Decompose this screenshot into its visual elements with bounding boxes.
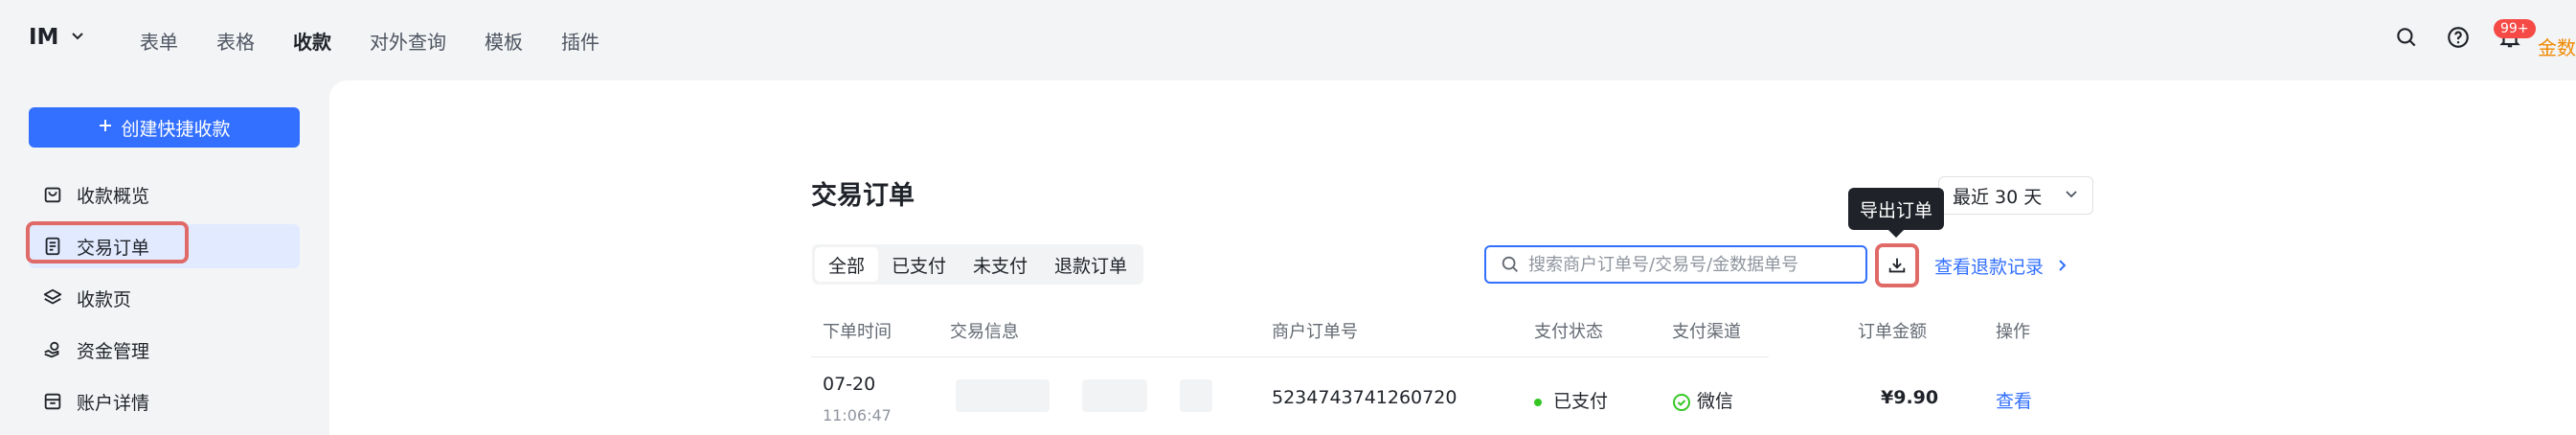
tab-all[interactable]: 全部: [815, 247, 879, 282]
help-icon[interactable]: [2446, 25, 2471, 50]
search-icon: [1502, 256, 1518, 272]
date-range-value: 最近 30 天: [1953, 186, 2043, 208]
main-content: 交易订单 最近 30 天 全部 已支付 未支付 退款订单 导出订单 查看退款记录…: [329, 80, 2576, 435]
sidebar-item-funds[interactable]: 资金管理: [29, 328, 300, 372]
sidebar-item-label: 资金管理: [77, 340, 150, 362]
download-icon: [1888, 258, 1906, 273]
wechat-icon: [1673, 393, 1690, 411]
column-header-trade-info: 交易信息: [950, 322, 1019, 342]
nav-item-payment[interactable]: 收款: [293, 27, 331, 55]
blurred-trade-info: [956, 379, 1050, 412]
sidebar-item-label: 收款页: [77, 288, 132, 310]
view-refund-records-link[interactable]: 查看退款记录: [1934, 253, 2068, 279]
order-time: 11:06:47: [823, 406, 892, 424]
avatar[interactable]: 金数: [2538, 33, 2576, 60]
sidebar-item-account[interactable]: 账户详情: [29, 379, 300, 424]
blurred-trade-info: [1082, 379, 1147, 412]
order-date: 07-20: [823, 374, 876, 395]
order-amount: ¥9.90: [1881, 387, 1939, 408]
highlight-box: [26, 221, 189, 263]
sidebar-item-overview[interactable]: 收款概览: [29, 172, 300, 217]
column-header-pay-status: 支付状态: [1534, 322, 1603, 342]
pay-status-text: 已支付: [1553, 391, 1609, 412]
workspace-name: IM: [29, 25, 59, 50]
nav-item-external-query[interactable]: 对外查询: [370, 27, 446, 55]
create-button-label: 创建快捷收款: [121, 118, 231, 140]
nav-item-plugin[interactable]: 插件: [561, 27, 599, 55]
layers-icon: [43, 288, 62, 305]
merchant-order-no: 5234743741260720: [1272, 387, 1457, 408]
search-input[interactable]: [1528, 254, 1854, 275]
nav-item-table[interactable]: 表格: [216, 27, 255, 55]
order-status-tabs: 全部 已支付 未支付 退款订单: [812, 244, 1144, 285]
column-header-order-time: 下单时间: [823, 322, 892, 342]
page-title: 交易订单: [811, 181, 915, 211]
plus-icon: [98, 117, 113, 138]
column-header-pay-channel: 支付渠道: [1672, 322, 1741, 342]
sidebar-item-label: 账户详情: [77, 392, 150, 414]
notification-badge: 99+: [2494, 19, 2536, 38]
view-order-link[interactable]: 查看: [1996, 387, 2032, 413]
refund-link-label: 查看退款记录: [1934, 257, 2045, 278]
bag-icon: [44, 187, 61, 203]
column-header-merchant-order-no: 商户订单号: [1272, 322, 1358, 342]
status-dot: [1534, 398, 1542, 406]
date-range-select[interactable]: 最近 30 天: [1938, 176, 2093, 215]
main-nav: 表单 表格 收款 对外查询 模板 插件: [140, 27, 599, 55]
nav-item-form[interactable]: 表单: [140, 27, 178, 55]
sidebar-item-label: 收款概览: [77, 185, 150, 207]
chevron-down-icon: [2064, 185, 2079, 206]
top-bar: IM 表单 表格 收款 对外查询 模板 插件 99+ 金数: [0, 0, 2576, 80]
chevron-down-icon: [70, 28, 85, 48]
tab-refund[interactable]: 退款订单: [1041, 247, 1141, 282]
nav-item-template[interactable]: 模板: [485, 27, 523, 55]
pay-channel: 微信: [1672, 387, 1733, 413]
search-icon[interactable]: [2394, 25, 2419, 50]
order-search: [1484, 245, 1867, 284]
column-header-amount: 订单金额: [1858, 322, 1927, 342]
column-header-action: 操作: [1996, 322, 2030, 342]
money-hand-icon: [44, 341, 59, 358]
blurred-trade-info: [1180, 379, 1212, 412]
tab-unpaid[interactable]: 未支付: [960, 247, 1041, 282]
tab-paid[interactable]: 已支付: [878, 247, 960, 282]
pay-channel-text: 微信: [1697, 391, 1734, 412]
sidebar-item-orders[interactable]: 交易订单: [26, 221, 300, 268]
export-tooltip: 导出订单: [1848, 188, 1945, 238]
sidebar: 创建快捷收款 收款概览 交易订单 收款页 资金管理 账户详情: [0, 80, 329, 435]
create-quick-payment-button[interactable]: 创建快捷收款: [29, 107, 300, 148]
chevron-right-icon: [2055, 256, 2068, 277]
archive-icon: [44, 393, 61, 410]
table-divider: [811, 356, 1769, 357]
pay-status: 已支付: [1534, 387, 1608, 413]
sidebar-item-payment-page[interactable]: 收款页: [29, 276, 300, 320]
export-orders-button[interactable]: [1875, 243, 1919, 287]
workspace-switcher[interactable]: IM: [29, 25, 85, 50]
